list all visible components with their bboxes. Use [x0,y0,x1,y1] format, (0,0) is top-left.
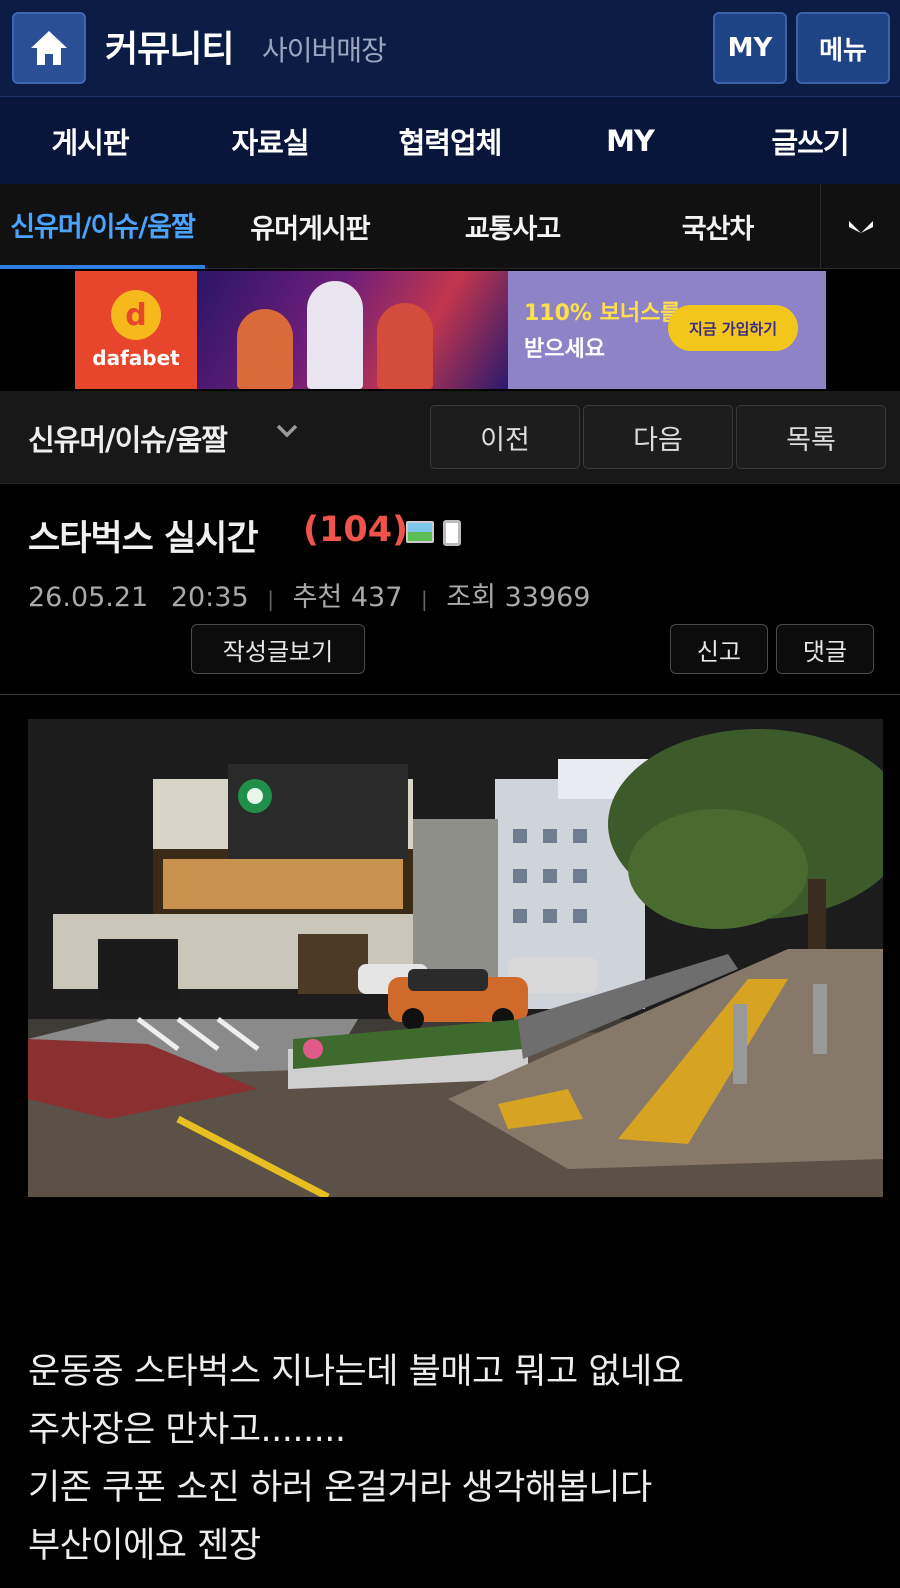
banner-cta-area: 110% 보너스를 받으세요 지금 가입하기 [508,271,826,389]
author-posts-button[interactable]: 작성글보기 [191,624,365,674]
mobile-post-icon [443,520,461,546]
nav-item-archive[interactable]: 자료실 [180,97,360,184]
post-divider [0,694,900,695]
top-header: 커뮤니티 사이버매장 MY 메뉴 [0,0,900,97]
ad-banner[interactable]: d dafabet 110% 보너스를 받으세요 지금 가입하기 [75,271,826,389]
chevron-down-icon [848,220,873,233]
post-body-line: 운동중 스타벅스 지나는데 불매고 뭐고 없네요 [28,1352,684,1392]
site-subtitle[interactable]: 사이버매장 [262,29,387,69]
expand-tabs-button[interactable] [820,184,900,269]
prev-post-button[interactable]: 이전 [430,405,580,469]
meta-separator: | [267,587,274,611]
nav-item-my[interactable]: MY [540,97,720,184]
image-attached-icon [406,521,434,543]
post-recommend: 추천 437 [292,582,403,613]
post-meta: 26.05.21 20:35 | 추천 437 | 조회 33969 [28,575,590,614]
post-body: 운동중 스타벅스 지나는데 불매고 뭐고 없네요 주차장은 만차고.......… [28,1343,868,1575]
report-button[interactable]: 신고 [670,624,768,674]
next-post-button[interactable]: 다음 [583,405,733,469]
board-selector[interactable]: 신유머/이슈/움짤 [28,417,228,459]
dafabet-logo-icon: d [111,290,161,340]
menu-button[interactable]: 메뉴 [796,12,890,84]
comment-button[interactable]: 댓글 [776,624,874,674]
my-button[interactable]: MY [713,12,787,84]
post-body-line: 부산이에요 젠장 [28,1526,261,1566]
meta-separator: | [420,587,428,611]
banner-logo: d dafabet [75,271,197,389]
list-button[interactable]: 목록 [736,405,886,469]
main-nav: 게시판 자료실 협력업체 MY 글쓰기 [0,97,900,184]
sub-nav: 신유머/이슈/움짤 유머게시판 교통사고 국산차 [0,184,900,269]
post-date: 26.05.21 [28,582,149,613]
post-time: 20:35 [170,582,249,613]
comment-count[interactable]: (104) [303,510,408,550]
home-icon [31,31,67,65]
board-bar: 신유머/이슈/움짤 이전 다음 목록 [0,391,900,484]
post-photo[interactable] [28,719,883,1197]
site-title[interactable]: 커뮤니티 [105,20,234,72]
banner-headline: 110% 보너스를 [524,301,681,326]
banner-brand: dafabet [92,346,180,370]
nav-item-partners[interactable]: 협력업체 [360,97,540,184]
banner-join-button[interactable]: 지금 가입하기 [668,305,798,351]
post-body-line: 기존 쿠폰 소진 하러 온걸거라 생각해봅니다 [28,1468,652,1508]
tab-domestic-car[interactable]: 국산차 [640,184,795,269]
nav-item-board[interactable]: 게시판 [0,97,180,184]
banner-headline-2: 받으세요 [524,337,605,362]
tab-traffic-accident[interactable]: 교통사고 [430,184,595,269]
tab-humor-board[interactable]: 유머게시판 [215,184,405,269]
nav-item-write[interactable]: 글쓰기 [720,97,900,184]
post-body-line: 주차장은 만차고........ [28,1410,346,1450]
starbucks-night-photo [28,719,883,1197]
chevron-down-icon[interactable] [275,421,299,441]
tab-humor-issue[interactable]: 신유머/이슈/움짤 [0,184,205,269]
home-button[interactable] [12,12,86,84]
post-title: 스타벅스 실시간 [28,519,259,559]
banner-players-image [197,271,508,389]
post-views: 조회 33969 [446,582,591,613]
